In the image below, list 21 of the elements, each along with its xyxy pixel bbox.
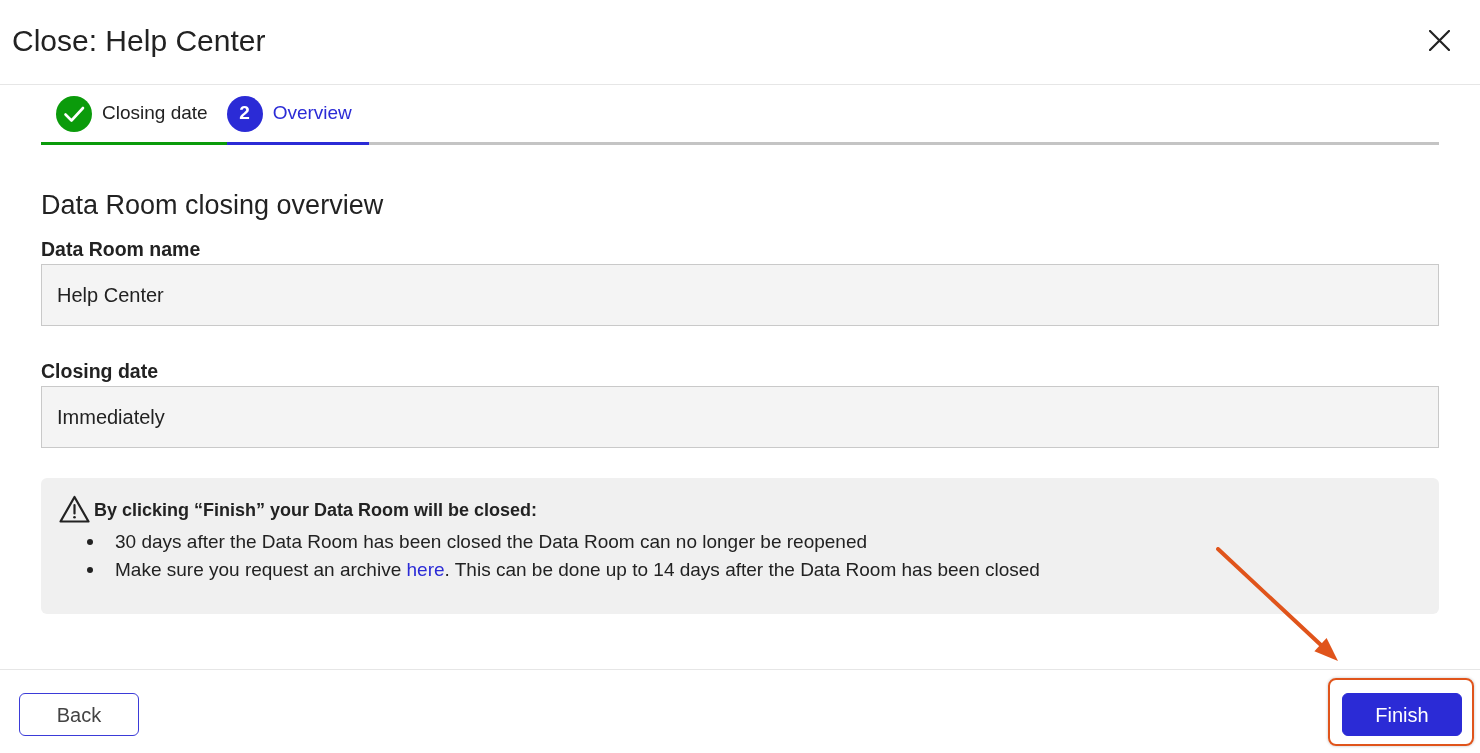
notice-title: By clicking “Finish” your Data Room will be closed: [94, 499, 538, 522]
check-icon [56, 95, 92, 132]
text-field: Help Center [41, 264, 1439, 326]
bullet-icon [87, 539, 93, 545]
step-label: Closing date [102, 101, 208, 126]
section-heading: Data Room closing overview [41, 190, 385, 220]
notice-item: 30 days after the Data Room has been closed the Data Room can no longer be reopened [115, 530, 868, 554]
close-button[interactable] [1429, 29, 1450, 51]
step-number: 2 [226, 95, 263, 132]
field-label: Data Room name [41, 237, 202, 261]
notice-item: Make sure you request an archive here. This can be done up to 14 days after the Data Room has been closed [115, 558, 1040, 582]
warning-icon [59, 495, 90, 523]
archive-link[interactable]: here [406, 559, 445, 580]
back-button[interactable]: Back [19, 693, 139, 736]
dialog-title: Close: Help Center [12, 23, 266, 59]
step-label: Overview [272, 101, 352, 126]
text-field: Immediately [41, 386, 1439, 448]
finish-button[interactable]: Finish [1342, 693, 1462, 736]
bullet-icon [87, 567, 93, 573]
close-icon [1429, 29, 1450, 51]
field-label: Closing date [41, 359, 159, 383]
